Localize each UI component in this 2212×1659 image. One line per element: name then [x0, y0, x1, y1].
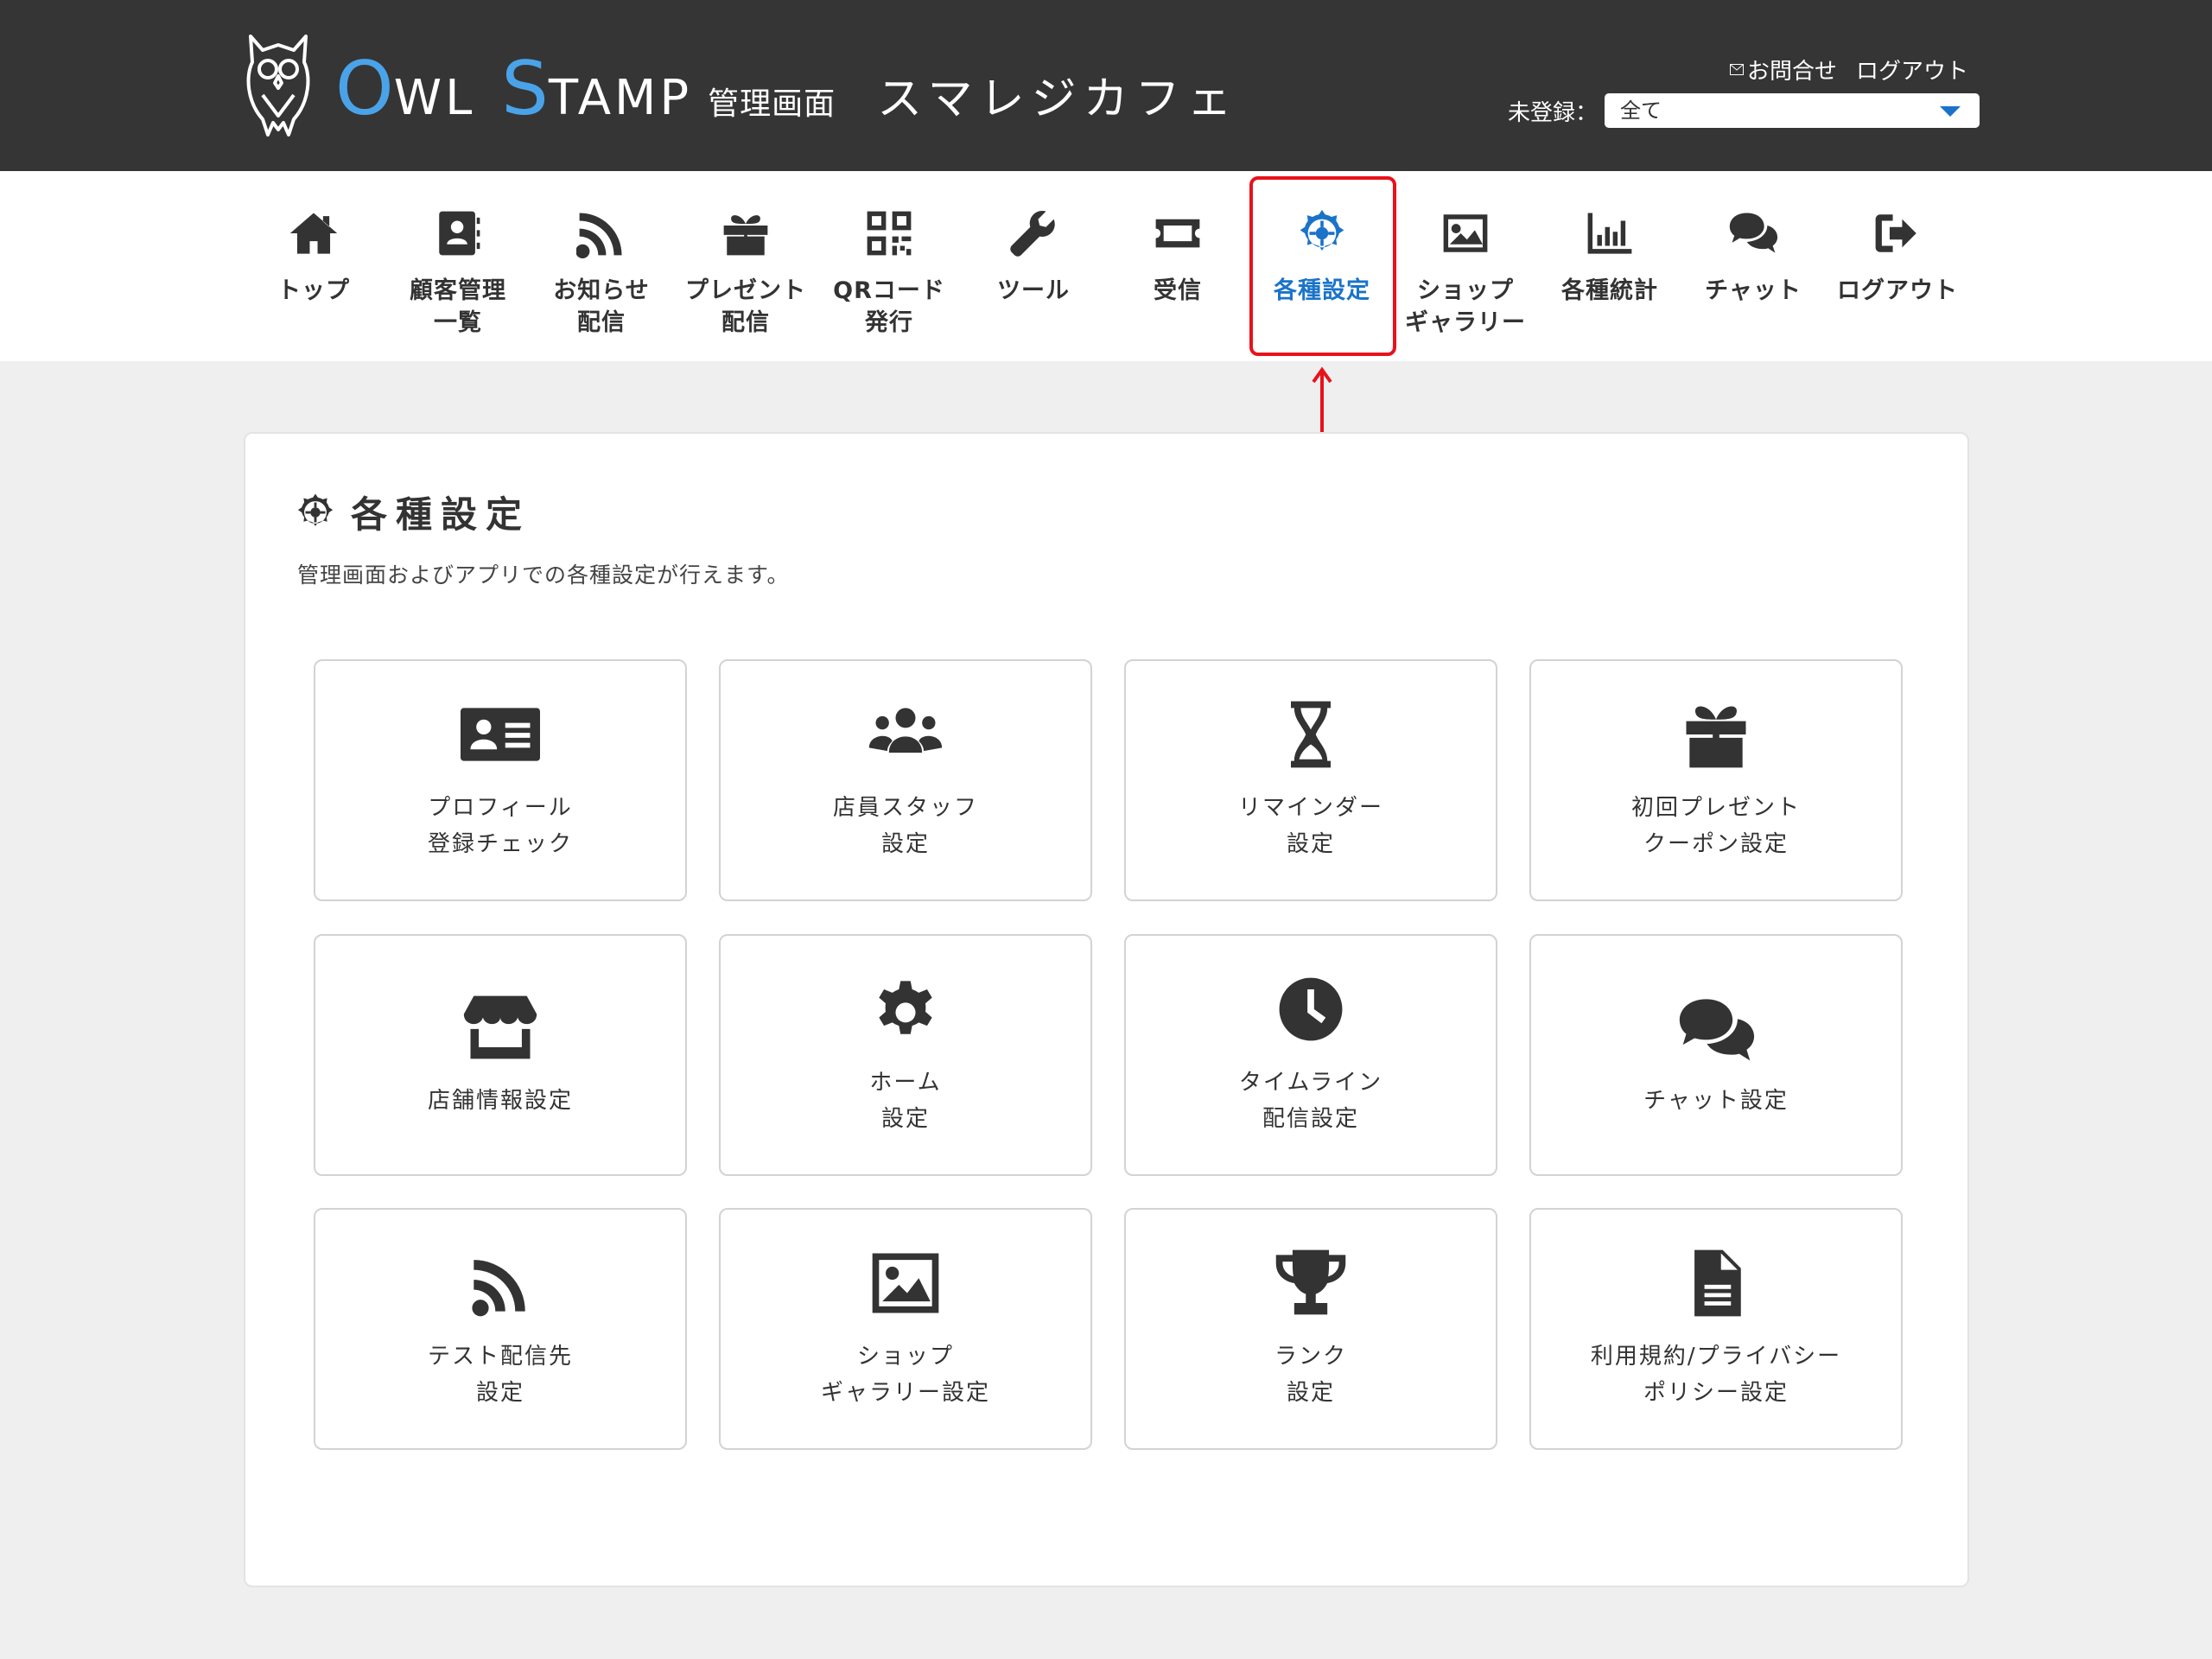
- card-label: タイムライン 配信設定: [1238, 1070, 1383, 1132]
- card-terms-privacy[interactable]: 利用規約/プライバシー ポリシー設定: [1529, 1208, 1903, 1450]
- settings-panel: 各種設定 管理画面およびアプリでの各種設定が行えます。 プロフィール 登録チェッ…: [244, 432, 1969, 1587]
- home-icon: [289, 208, 339, 258]
- header-links: お問合せ ログアウト: [1729, 54, 1968, 86]
- nav-item-customers[interactable]: 顧客管理 一覧: [386, 171, 530, 361]
- chart-icon: [1585, 208, 1635, 258]
- rss-icon: [461, 1248, 540, 1319]
- nav-item-chat[interactable]: チャット: [1681, 171, 1825, 361]
- nav-item-gallery[interactable]: ショップ ギャラリー: [1394, 171, 1537, 361]
- store-filter-label: 未登録：: [1508, 99, 1599, 126]
- nav-item-qrcode[interactable]: QRコード 発行: [817, 171, 961, 361]
- nav-item-stats[interactable]: 各種統計: [1538, 171, 1681, 361]
- card-first-present[interactable]: 初回プレゼント クーポン設定: [1529, 659, 1903, 901]
- brand-letter-o: O: [335, 46, 394, 132]
- nav-label: 各種統計: [1561, 277, 1658, 304]
- card-rank[interactable]: ランク 設定: [1124, 1208, 1497, 1450]
- store-icon: [461, 992, 540, 1063]
- gear-icon: [866, 974, 945, 1045]
- rss-icon: [576, 208, 626, 258]
- card-label: チャット設定: [1643, 1088, 1789, 1114]
- nav-label: ツール: [997, 277, 1070, 304]
- card-store-info[interactable]: 店舗情報設定: [314, 934, 687, 1176]
- sign-out-icon: [1872, 208, 1923, 258]
- mail-icon: [1729, 64, 1744, 75]
- card-staff[interactable]: 店員スタッフ 設定: [719, 659, 1092, 901]
- card-label: 初回プレゼント クーポン設定: [1630, 795, 1801, 857]
- nav-label: トップ: [277, 277, 350, 304]
- header-logout-link[interactable]: ログアウト: [1856, 54, 1968, 86]
- owl-logo-icon: [246, 35, 310, 137]
- contact-label: お問合せ: [1746, 59, 1837, 85]
- gift-icon: [1676, 699, 1756, 770]
- card-shop-gallery[interactable]: ショップ ギャラリー設定: [719, 1208, 1092, 1450]
- card-label: 店舗情報設定: [427, 1088, 573, 1114]
- brand-letters-wl: WL: [393, 70, 476, 126]
- image-icon: [1440, 208, 1491, 258]
- card-label: リマインダー 設定: [1237, 795, 1383, 857]
- store-filter-value: 全て: [1620, 99, 1662, 123]
- nav-item-top[interactable]: トップ: [242, 171, 385, 361]
- nav-label: お知らせ 配信: [553, 277, 650, 336]
- nav-item-receive[interactable]: 受信: [1106, 171, 1249, 361]
- nav-label: チャット: [1705, 277, 1802, 304]
- card-chat[interactable]: チャット設定: [1529, 934, 1903, 1176]
- nav-item-logout[interactable]: ログアウト: [1826, 171, 1969, 361]
- ticket-icon: [1153, 208, 1203, 258]
- trophy-icon: [1271, 1248, 1351, 1319]
- store-filter: 未登録： 全て: [1508, 93, 1980, 128]
- nav-item-tools[interactable]: ツール: [962, 171, 1105, 361]
- nav-label: 顧客管理 一覧: [410, 277, 506, 336]
- card-label: 店員スタッフ 設定: [832, 795, 978, 857]
- card-label: ランク 設定: [1274, 1344, 1347, 1406]
- nav-label: QRコード 発行: [833, 277, 945, 336]
- comments-icon: [1676, 992, 1756, 1063]
- card-label: テスト配信先 設定: [427, 1344, 573, 1406]
- contact-link[interactable]: お問合せ: [1729, 54, 1837, 86]
- id-card-icon: [461, 699, 540, 770]
- card-label: 利用規約/プライバシー ポリシー設定: [1590, 1344, 1842, 1406]
- comments-icon: [1728, 208, 1778, 258]
- gift-icon: [721, 208, 771, 258]
- image-icon: [866, 1248, 945, 1319]
- nav-item-present[interactable]: プレゼント 配信: [674, 171, 817, 361]
- nav-label: 受信: [1154, 277, 1202, 304]
- hourglass-icon: [1271, 699, 1351, 770]
- page-title-text: 各種設定: [351, 493, 531, 536]
- main-nav: トップ 顧客管理 一覧 お知らせ 配信 プレゼント 配信 QRコード 発行 ツー…: [0, 171, 2212, 361]
- wrench-icon: [1008, 208, 1058, 258]
- brand-letters-tamp: TAMP: [548, 70, 693, 126]
- card-home[interactable]: ホーム 設定: [719, 934, 1092, 1176]
- nav-label: ログアウト: [1837, 277, 1958, 304]
- qrcode-icon: [864, 208, 914, 258]
- app-header: O WL S TAMP 管理画面 スマレジカフェ お問合せ ログアウト 未登録： 全て: [0, 0, 2212, 171]
- shop-name: スマレジカフェ: [877, 73, 1239, 125]
- nav-label: プレゼント 配信: [685, 277, 806, 336]
- page-title: 各種設定: [296, 486, 531, 538]
- card-reminder[interactable]: リマインダー 設定: [1124, 659, 1497, 901]
- brand-letter-s: S: [501, 46, 549, 132]
- page-description: 管理画面およびアプリでの各種設定が行えます。: [297, 563, 790, 588]
- caret-down-icon: [1940, 106, 1961, 117]
- clock-icon: [1271, 974, 1351, 1045]
- nav-label: ショップ ギャラリー: [1405, 277, 1526, 336]
- store-filter-select[interactable]: 全て: [1605, 93, 1980, 128]
- card-test-delivery[interactable]: テスト配信先 設定: [314, 1208, 687, 1450]
- card-label: ホーム 設定: [869, 1070, 942, 1132]
- brand-subtitle: 管理画面: [708, 86, 836, 122]
- card-timeline[interactable]: タイムライン 配信設定: [1124, 934, 1497, 1176]
- helm-icon: [296, 493, 335, 532]
- address-book-icon: [433, 208, 483, 258]
- card-label: プロフィール 登録チェック: [427, 795, 573, 857]
- card-label: ショップ ギャラリー設定: [820, 1344, 990, 1406]
- highlight-box: [1249, 176, 1396, 356]
- document-icon: [1676, 1248, 1756, 1319]
- users-icon: [866, 699, 945, 770]
- nav-item-news[interactable]: お知らせ 配信: [530, 171, 673, 361]
- card-profile-check[interactable]: プロフィール 登録チェック: [314, 659, 687, 901]
- brand-logo-text: O WL S TAMP 管理画面 スマレジカフェ: [335, 52, 1239, 130]
